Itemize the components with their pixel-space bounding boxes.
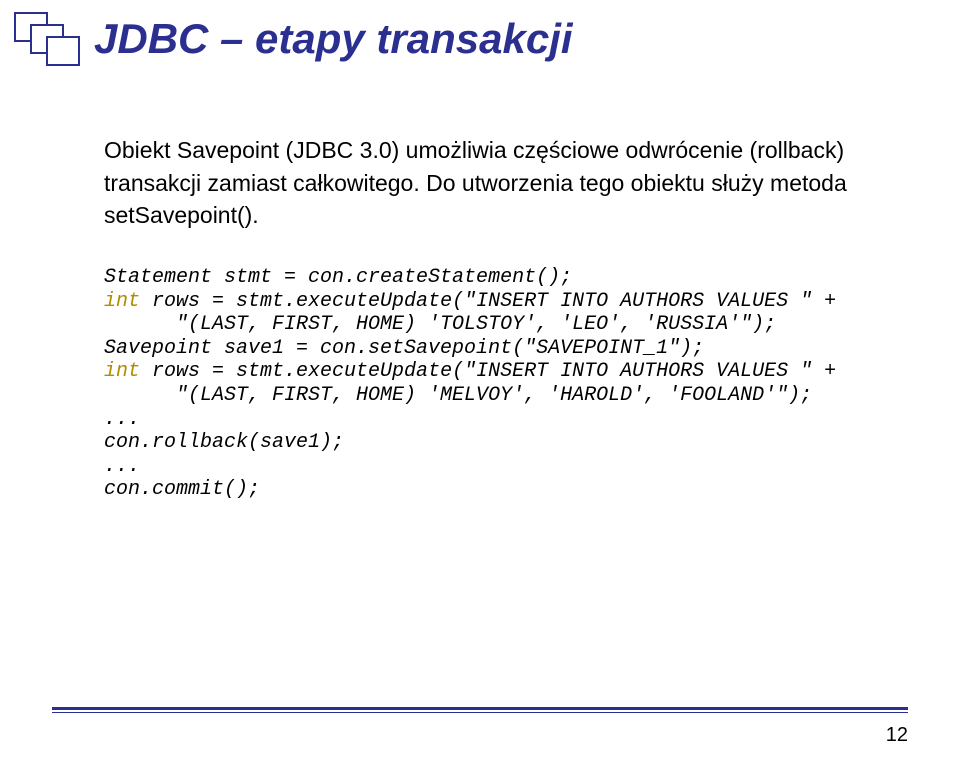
body-paragraph: Obiekt Savepoint (JDBC 3.0) umożliwia cz… xyxy=(104,134,864,232)
code-line: ... xyxy=(104,455,140,478)
slide-title: JDBC – etapy transakcji xyxy=(94,15,573,63)
code-line: con.commit(); xyxy=(104,478,260,501)
slide: JDBC – etapy transakcji Obiekt Savepoint… xyxy=(0,0,960,759)
code-line: ... xyxy=(104,408,140,431)
code-line: Statement stmt = con.createStatement(); xyxy=(104,266,572,289)
page-number: 12 xyxy=(886,724,908,747)
code-line: "(LAST, FIRST, HOME) 'TOLSTOY', 'LEO', '… xyxy=(104,313,776,336)
footer-rule xyxy=(52,707,908,713)
keyword: int xyxy=(104,290,140,313)
keyword: int xyxy=(104,360,140,383)
code-line: "(LAST, FIRST, HOME) 'MELVOY', 'HAROLD',… xyxy=(104,384,812,407)
code-block: Statement stmt = con.createStatement(); … xyxy=(104,266,900,502)
code-line: Savepoint save1 = con.setSavepoint("SAVE… xyxy=(104,337,704,360)
stacked-squares-icon xyxy=(10,8,80,70)
code-line: con.rollback(save1); xyxy=(104,431,344,454)
code-line: rows = stmt.executeUpdate("INSERT INTO A… xyxy=(140,290,836,313)
code-line: rows = stmt.executeUpdate("INSERT INTO A… xyxy=(140,360,836,383)
header: JDBC – etapy transakcji xyxy=(0,8,960,70)
